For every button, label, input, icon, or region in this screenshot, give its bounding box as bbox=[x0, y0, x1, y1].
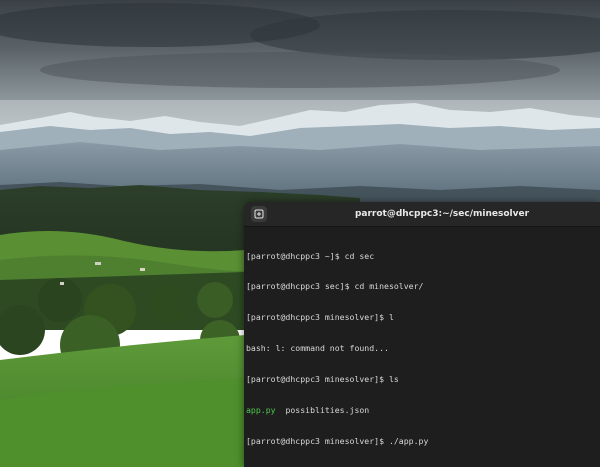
terminal-line: [parrot@dhcppc3 minesolver]$ l bbox=[246, 312, 394, 323]
window-title: parrot@dhcppc3:~/sec/minesolver bbox=[354, 209, 530, 219]
terminal-titlebar[interactable]: parrot@dhcppc3:~/sec/minesolver bbox=[244, 202, 600, 227]
terminal-line: [parrot@dhcppc3 minesolver]$ ls bbox=[246, 374, 399, 385]
terminal-line: bash: l: command not found... bbox=[246, 343, 389, 354]
terminal-prompt-line: [parrot@dhcppc3 minesolver]$ ./app.py bbox=[246, 435, 429, 446]
terminal-line: [parrot@dhcppc3 sec]$ cd minesolver/ bbox=[246, 281, 424, 292]
executable-file-name: app.py bbox=[246, 405, 276, 416]
desktop: parrot@dhcppc3:~/sec/minesolver [parrot@… bbox=[0, 0, 600, 467]
ls-output-line: app.py possiblities.json bbox=[246, 405, 600, 415]
terminal-window[interactable]: parrot@dhcppc3:~/sec/minesolver [parrot@… bbox=[244, 202, 600, 467]
terminal-output[interactable]: [parrot@dhcppc3 ~]$ cd sec [parrot@dhcpp… bbox=[244, 227, 600, 467]
json-file-name: possiblities.json bbox=[285, 405, 370, 416]
new-tab-icon bbox=[254, 209, 264, 219]
terminal-line: [parrot@dhcppc3 ~]$ cd sec bbox=[246, 250, 375, 261]
new-tab-button[interactable] bbox=[251, 206, 267, 222]
